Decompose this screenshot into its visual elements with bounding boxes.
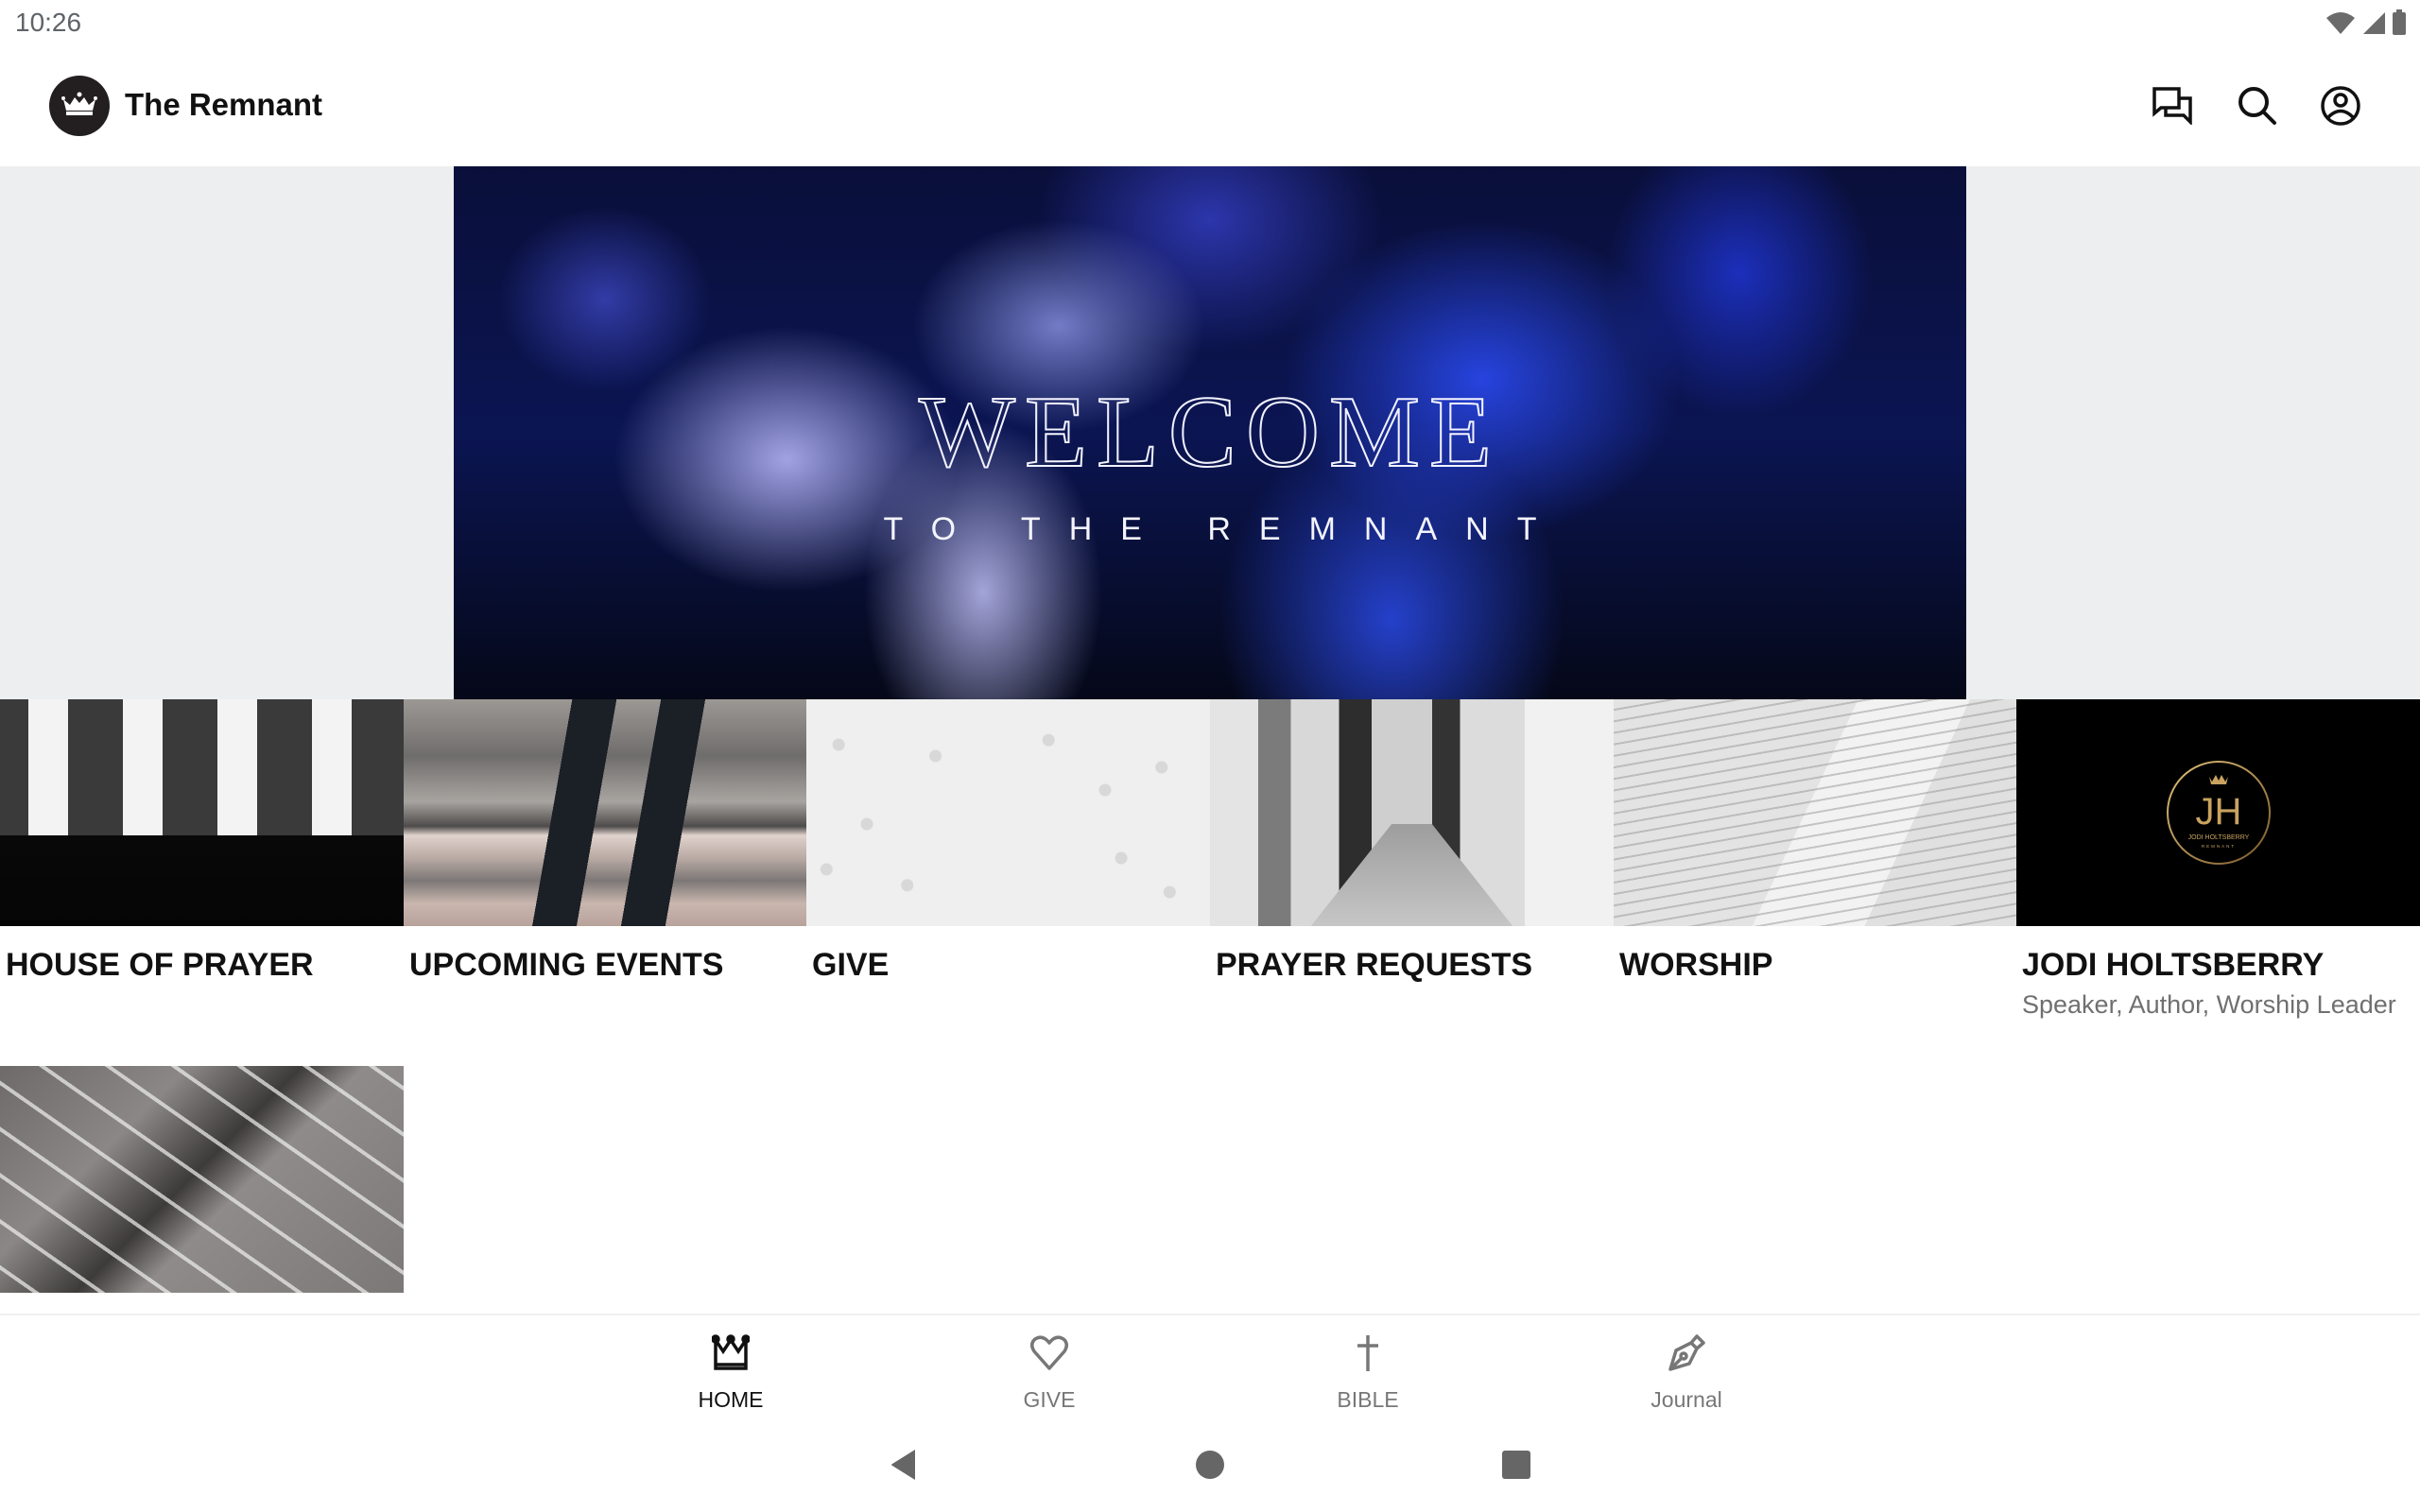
nav-label: HOME [698, 1387, 764, 1412]
nav-item-bible[interactable]: BIBLE [1273, 1332, 1462, 1413]
status-bar: 10:26 [0, 0, 2420, 49]
cell-signal-icon [2361, 10, 2386, 40]
tile-image [0, 1066, 404, 1293]
tile-label: WORSHIP [1619, 947, 1773, 983]
jh-logo: JH JODI HOLTSBERRY REMNANT [2166, 761, 2271, 865]
nav-label: Journal [1651, 1387, 1722, 1412]
banner-area: WELCOME TO THE REMNANT [0, 166, 2420, 699]
account-circle-icon [2320, 85, 2361, 131]
bottom-nav: HOME GIVE BIBLE Journal [0, 1315, 2420, 1418]
status-icons [2325, 9, 2407, 41]
system-back-button[interactable] [884, 1448, 922, 1486]
tile-image [1210, 699, 1614, 926]
nav-item-journal[interactable]: Journal [1592, 1332, 1781, 1413]
app-title: The Remnant [125, 87, 323, 122]
app-logo[interactable] [49, 76, 110, 136]
jh-monogram: JH [2195, 791, 2241, 833]
nav-item-give[interactable]: GIVE [955, 1332, 1144, 1413]
heart-icon [1029, 1334, 1069, 1377]
tile-image: JH JODI HOLTSBERRY REMNANT [2016, 699, 2420, 926]
tile-label: HOUSE OF PRAYER [6, 947, 314, 983]
search-button[interactable] [2235, 85, 2280, 130]
recents-square-icon [1501, 1450, 1531, 1485]
cross-icon [1354, 1333, 1382, 1378]
system-recents-button[interactable] [1497, 1448, 1535, 1486]
wifi-icon [2325, 10, 2356, 40]
banner-headline: WELCOME [918, 375, 1501, 490]
nav-label: GIVE [1023, 1387, 1076, 1412]
home-circle-icon [1195, 1450, 1225, 1485]
tile-image [0, 699, 404, 926]
jh-logo-tagline: REMNANT [2201, 844, 2235, 849]
jh-logo-name: JODI HOLTSBERRY [2187, 834, 2249, 841]
account-button[interactable] [2318, 85, 2363, 130]
chat-bubbles-icon [2152, 86, 2194, 129]
crown-icon [711, 1333, 751, 1377]
app-bar: The Remnant [0, 49, 2420, 166]
search-icon [2237, 85, 2278, 131]
tile-image [806, 699, 1210, 926]
system-home-button[interactable] [1191, 1448, 1229, 1486]
chat-button[interactable] [2151, 85, 2196, 130]
tile-label: PRAYER REQUESTS [1216, 947, 1533, 983]
banner-subline: TO THE REMNANT [883, 511, 1565, 547]
crown-icon [60, 92, 98, 121]
battery-icon [2392, 9, 2407, 41]
nav-item-home[interactable]: HOME [636, 1332, 825, 1413]
tile-label: JODI HOLTSBERRY [2022, 947, 2325, 983]
system-nav-bar [0, 1418, 2420, 1512]
tile-image [1614, 699, 2017, 926]
tile-subtitle: Speaker, Author, Worship Leader [2022, 990, 2396, 1019]
nav-label: BIBLE [1337, 1387, 1399, 1412]
status-time: 10:26 [15, 8, 82, 37]
welcome-banner[interactable]: WELCOME TO THE REMNANT [454, 166, 1966, 699]
tile-label: UPCOMING EVENTS [409, 947, 724, 983]
back-triangle-icon [889, 1448, 917, 1486]
tile-image [404, 699, 807, 926]
fountain-pen-icon [1667, 1333, 1706, 1378]
tile-label: GIVE [812, 947, 890, 983]
